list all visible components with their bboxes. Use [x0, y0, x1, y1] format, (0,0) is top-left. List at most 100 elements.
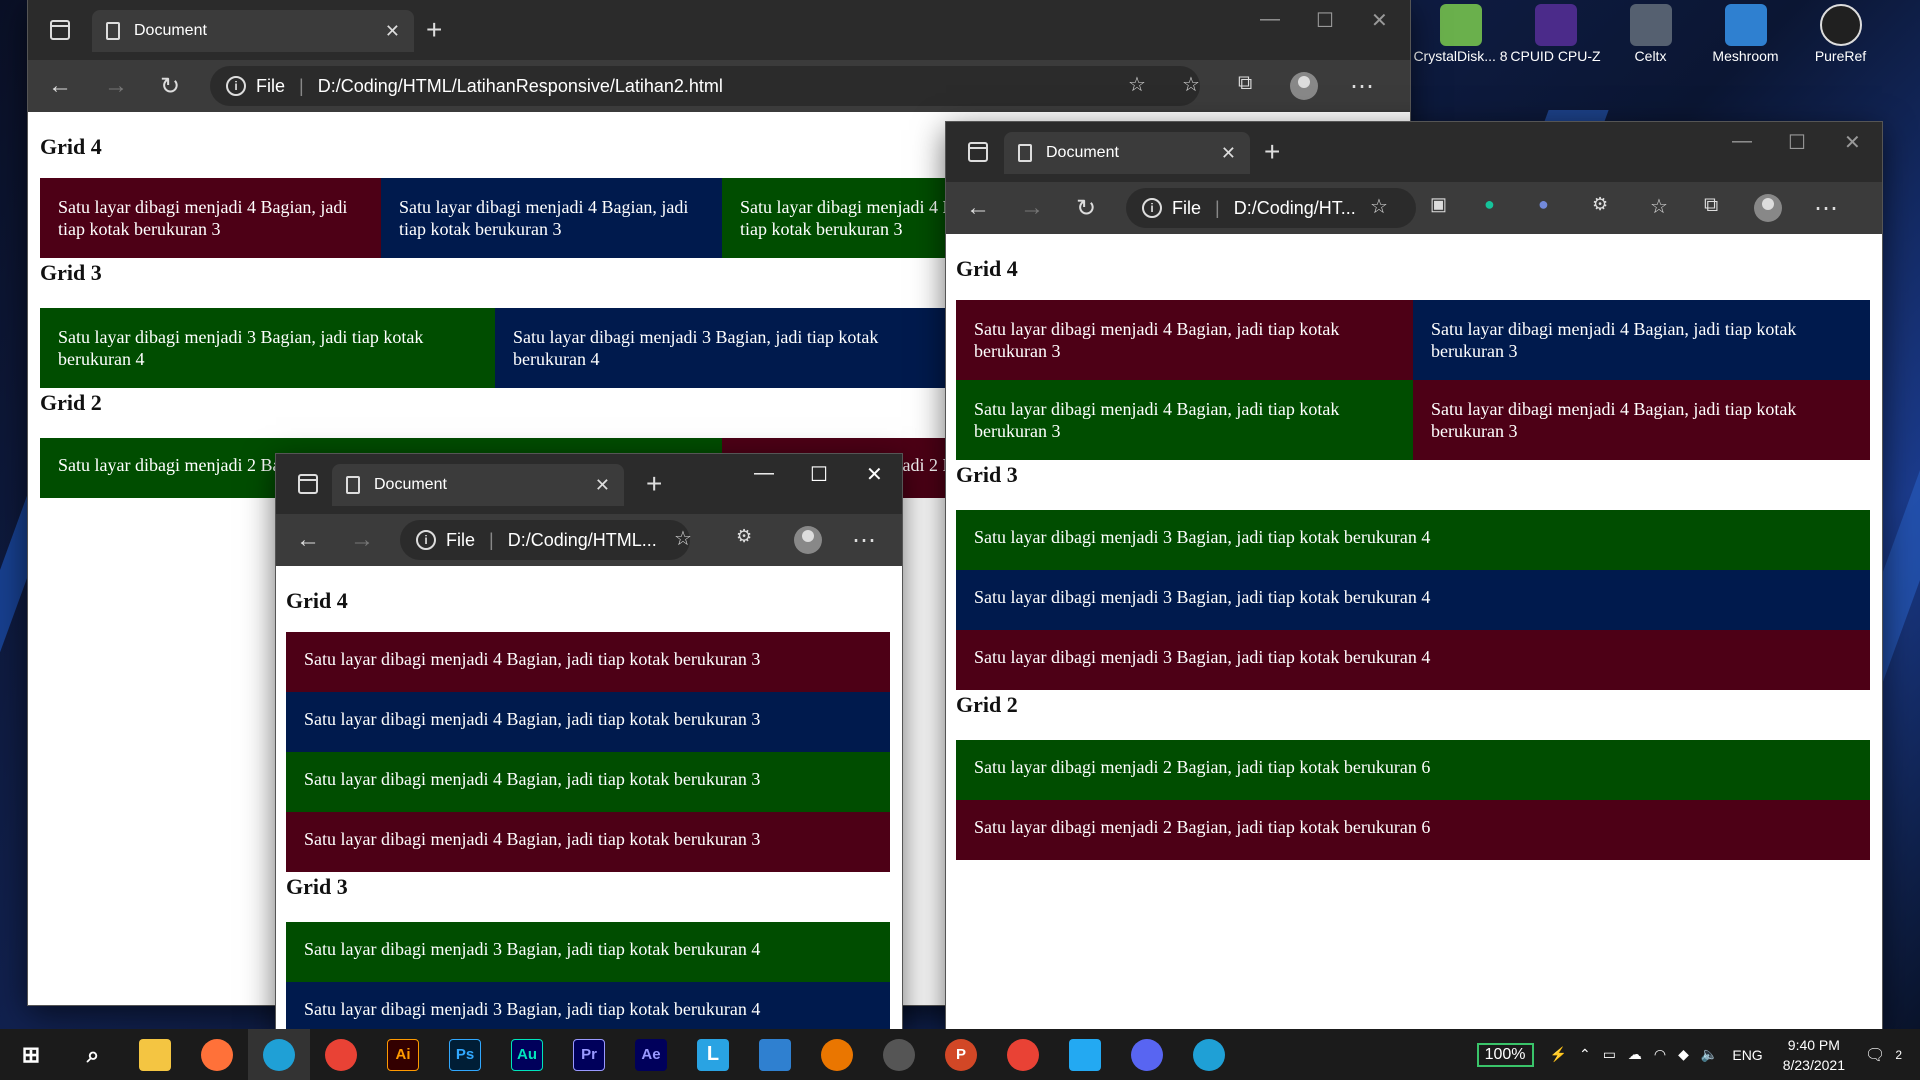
- taskbar-app-discord[interactable]: [1116, 1029, 1178, 1080]
- discord-extension-icon[interactable]: ●: [1538, 194, 1549, 215]
- desktop-icon-crystaldisk[interactable]: CrystalDisk... 8: [1413, 4, 1508, 84]
- add-favorite-icon[interactable]: ☆: [1370, 194, 1388, 219]
- extensions-icon[interactable]: ⚙: [1592, 194, 1608, 215]
- battery-indicator[interactable]: 100%: [1476, 1042, 1534, 1067]
- grammarly-icon[interactable]: ●: [1484, 194, 1495, 215]
- windows-icon: ⊞: [21, 1041, 41, 1067]
- new-tab-icon[interactable]: +: [1264, 136, 1280, 168]
- battery-icon[interactable]: ▭: [1603, 1046, 1616, 1063]
- add-favorite-icon[interactable]: ☆: [1128, 72, 1146, 97]
- language-indicator[interactable]: ENG: [1732, 1047, 1762, 1063]
- collections-icon[interactable]: ⧉: [1704, 194, 1718, 217]
- desktop-icon-pureref[interactable]: PureRef: [1793, 4, 1888, 84]
- tab-document[interactable]: Document ✕: [332, 464, 624, 506]
- close-tab-icon[interactable]: ✕: [385, 21, 400, 42]
- grid2-cell: Satu layar dibagi menjadi 2 Bagian, jadi…: [956, 740, 1870, 800]
- wifi-icon[interactable]: ◠: [1654, 1046, 1666, 1063]
- desktop-icon-celtx[interactable]: Celtx: [1603, 4, 1698, 84]
- minimize-icon[interactable]: —: [1732, 130, 1752, 153]
- address-bar[interactable]: i File | D:/Coding/HTML/LatihanResponsiv…: [210, 66, 1200, 106]
- collections-icon[interactable]: ⧉: [1238, 72, 1252, 95]
- profile-avatar[interactable]: [1290, 72, 1318, 100]
- new-tab-icon[interactable]: +: [426, 14, 442, 46]
- back-icon[interactable]: ←: [48, 72, 72, 100]
- power-plug-icon[interactable]: ⚡: [1550, 1046, 1567, 1063]
- info-icon[interactable]: i: [226, 76, 246, 96]
- refresh-icon[interactable]: ↻: [1076, 194, 1096, 223]
- minimize-icon[interactable]: —: [1260, 8, 1280, 31]
- extensions-icon[interactable]: ⚙: [736, 526, 752, 547]
- back-icon[interactable]: ←: [296, 526, 320, 554]
- cloud-icon[interactable]: ☁: [1628, 1046, 1642, 1063]
- tab-document[interactable]: Document ✕: [1004, 132, 1250, 174]
- premiere-icon: Pr: [573, 1038, 605, 1071]
- grid4-row: Satu layar dibagi menjadi 4 Bagian, jadi…: [286, 632, 892, 872]
- cpuz-icon: [1534, 4, 1577, 46]
- volume-icon[interactable]: 🔈: [1701, 1046, 1718, 1063]
- close-window-icon[interactable]: ✕: [1371, 8, 1388, 33]
- profile-avatar[interactable]: [794, 526, 822, 554]
- taskbar-app-obs[interactable]: [868, 1029, 930, 1080]
- desktop-icon-meshroom[interactable]: Meshroom: [1698, 4, 1793, 84]
- close-window-icon[interactable]: ✕: [866, 462, 883, 487]
- tab-actions-icon[interactable]: [298, 474, 318, 494]
- maximize-icon[interactable]: ☐: [810, 462, 828, 487]
- taskbar-app-blender[interactable]: [806, 1029, 868, 1080]
- start-button[interactable]: ⊞: [0, 1029, 62, 1080]
- tab-actions-icon[interactable]: [968, 142, 988, 162]
- grid3-cell: Satu layar dibagi menjadi 3 Bagian, jadi…: [286, 982, 890, 1030]
- taskbar-app-chrome[interactable]: [310, 1029, 372, 1080]
- grid3-heading: Grid 3: [286, 874, 348, 899]
- more-icon[interactable]: ⋯: [1814, 194, 1838, 223]
- more-icon[interactable]: ⋯: [852, 526, 876, 555]
- chrome-icon: [1007, 1038, 1039, 1071]
- powerpoint-icon: P: [945, 1038, 977, 1071]
- tab-actions-icon[interactable]: [50, 20, 70, 40]
- address-separator: |: [299, 75, 304, 96]
- taskbar-app-photoshop[interactable]: Ps: [434, 1029, 496, 1080]
- desktop-icon-cpuz[interactable]: CPUID CPU-Z: [1508, 4, 1603, 84]
- address-bar[interactable]: i File | D:/Coding/HTML...: [400, 520, 690, 560]
- search-button[interactable]: ⌕: [62, 1029, 124, 1080]
- chevron-up-icon[interactable]: ⌃: [1579, 1046, 1591, 1063]
- taskbar-app-l-app[interactable]: L: [682, 1029, 744, 1080]
- favorites-icon[interactable]: ☆: [1650, 194, 1668, 219]
- forward-icon[interactable]: →: [104, 72, 128, 100]
- info-icon[interactable]: i: [1142, 198, 1162, 218]
- more-icon[interactable]: ⋯: [1350, 72, 1374, 101]
- info-icon[interactable]: i: [416, 530, 436, 550]
- maximize-icon[interactable]: ☐: [1316, 8, 1334, 33]
- profile-avatar[interactable]: [1754, 194, 1782, 222]
- dropbox-icon[interactable]: ◆: [1678, 1046, 1689, 1063]
- taskbar-app-powerpoint[interactable]: P: [930, 1029, 992, 1080]
- clock[interactable]: 9:40 PM 8/23/2021: [1783, 1035, 1845, 1075]
- taskbar-app-premiere[interactable]: Pr: [558, 1029, 620, 1080]
- forward-icon[interactable]: →: [1020, 194, 1044, 222]
- close-tab-icon[interactable]: ✕: [1221, 143, 1236, 164]
- add-favorite-icon[interactable]: ☆: [674, 526, 692, 551]
- taskbar-app-vscode[interactable]: [1054, 1029, 1116, 1080]
- tab-document[interactable]: Document ✕: [92, 10, 414, 52]
- taskbar-app-audition[interactable]: Au: [496, 1029, 558, 1080]
- celtx-icon: [1629, 4, 1672, 46]
- notifications-icon[interactable]: 🗨: [1865, 1045, 1885, 1065]
- taskbar-app-mail[interactable]: [744, 1029, 806, 1080]
- extension-icon[interactable]: ▣: [1430, 194, 1447, 215]
- close-window-icon[interactable]: ✕: [1844, 130, 1861, 155]
- back-icon[interactable]: ←: [966, 194, 990, 222]
- taskbar-app-edge-alt[interactable]: [1178, 1029, 1240, 1080]
- minimize-icon[interactable]: —: [754, 462, 774, 485]
- taskbar-app-illustrator[interactable]: Ai: [372, 1029, 434, 1080]
- taskbar-app-edge[interactable]: [248, 1029, 310, 1080]
- favorites-icon[interactable]: ☆: [1182, 72, 1200, 97]
- new-tab-icon[interactable]: +: [646, 468, 662, 500]
- taskbar-app-after-effects[interactable]: Ae: [620, 1029, 682, 1080]
- forward-icon[interactable]: →: [350, 526, 374, 554]
- grid3-cell: Satu layar dibagi menjadi 3 Bagian, jadi…: [956, 630, 1870, 690]
- taskbar-app-chrome-alt[interactable]: [992, 1029, 1054, 1080]
- maximize-icon[interactable]: ☐: [1788, 130, 1806, 155]
- close-tab-icon[interactable]: ✕: [595, 475, 610, 496]
- taskbar-app-firefox[interactable]: [186, 1029, 248, 1080]
- taskbar-app-file-explorer[interactable]: [124, 1029, 186, 1080]
- refresh-icon[interactable]: ↻: [160, 72, 180, 101]
